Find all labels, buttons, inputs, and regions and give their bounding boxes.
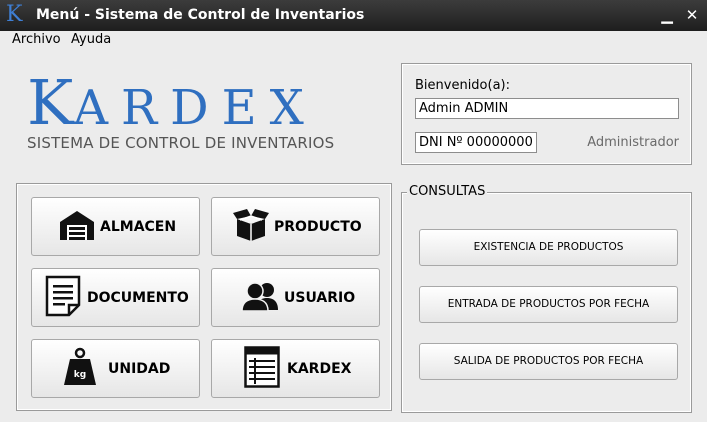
logo-subtitle: SISTEMA DE CONTROL DE INVENTARIOS <box>27 134 335 152</box>
logo-title-rest: ARDEX <box>73 80 317 136</box>
documento-button[interactable]: DOCUMENTO <box>31 268 200 327</box>
weight-icon-text: kg <box>74 370 86 380</box>
user-role: Administrador <box>587 135 679 150</box>
producto-button[interactable]: PRODUCTO <box>211 197 380 256</box>
salida-productos-fecha-button[interactable]: SALIDA DE PRODUCTOS POR FECHA <box>419 343 678 380</box>
weight-icon: kg <box>63 347 97 391</box>
documento-label: DOCUMENTO <box>87 289 189 306</box>
app-logo-icon: K <box>6 2 23 27</box>
unidad-button[interactable]: kg UNIDAD <box>31 339 200 398</box>
usuario-label: USUARIO <box>284 289 356 306</box>
consultas-panel: CONSULTAS EXISTENCIA DE PRODUCTOS ENTRAD… <box>401 184 692 413</box>
user-dni-field[interactable]: DNI Nº 00000000 <box>415 132 537 153</box>
user-name-field[interactable]: Admin ADMIN <box>415 98 679 119</box>
ledger-icon <box>244 345 280 392</box>
close-button[interactable]: ✕ <box>682 5 702 25</box>
kardex-button[interactable]: KARDEX <box>211 339 380 398</box>
logo-title: KARDEX <box>27 72 317 137</box>
document-icon <box>45 275 81 321</box>
welcome-label: Bienvenido(a): <box>415 78 511 93</box>
window-title: Menú - Sistema de Control de Inventarios <box>36 7 365 23</box>
kardex-label: KARDEX <box>287 360 352 377</box>
minimize-button[interactable]: ▁ <box>657 5 677 25</box>
user-panel: Bienvenido(a): Admin ADMIN DNI Nº 000000… <box>401 63 692 165</box>
almacen-label: ALMACEN <box>100 218 177 235</box>
kardex-logo: KARDEX SISTEMA DE CONTROL DE INVENTARIOS <box>27 72 379 157</box>
producto-label: PRODUCTO <box>274 218 362 235</box>
modules-panel: ALMACEN PRODUCTO DOCUMENTO USUARIO kg UN… <box>16 183 392 411</box>
usuario-button[interactable]: USUARIO <box>211 268 380 327</box>
logo-title-initial: K <box>27 66 74 139</box>
box-icon <box>232 208 270 246</box>
entrada-productos-fecha-button[interactable]: ENTRADA DE PRODUCTOS POR FECHA <box>419 286 678 323</box>
existencia-productos-button[interactable]: EXISTENCIA DE PRODUCTOS <box>419 229 678 266</box>
menu-bar: Archivo Ayuda <box>0 31 707 51</box>
consultas-legend: CONSULTAS <box>407 184 488 200</box>
almacen-button[interactable]: ALMACEN <box>31 197 200 256</box>
menu-ayuda[interactable]: Ayuda <box>71 32 111 47</box>
users-icon <box>241 281 279 315</box>
warehouse-icon <box>58 209 96 245</box>
unidad-label: UNIDAD <box>108 360 171 377</box>
menu-archivo[interactable]: Archivo <box>12 32 61 47</box>
title-bar: K Menú - Sistema de Control de Inventari… <box>0 0 707 31</box>
